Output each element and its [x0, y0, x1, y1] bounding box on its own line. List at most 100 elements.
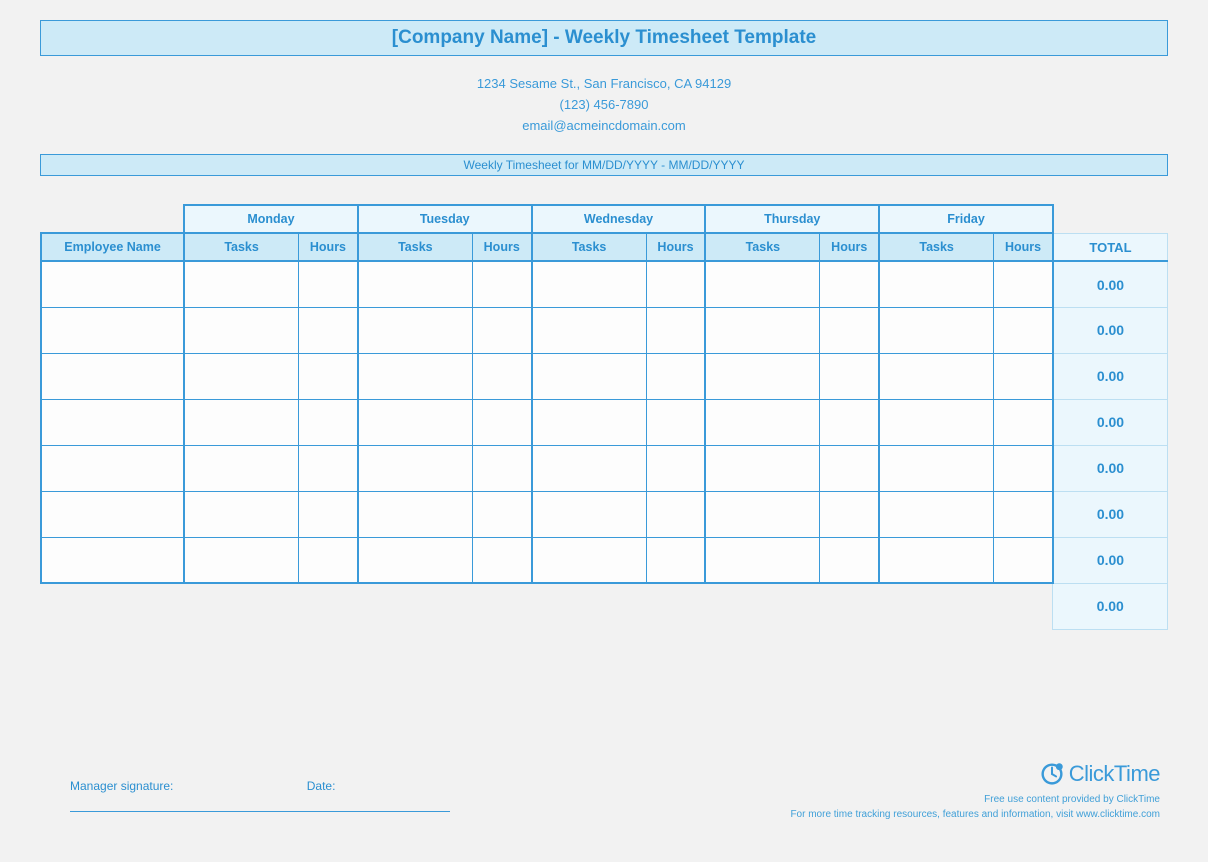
- tasks-cell[interactable]: [184, 445, 298, 491]
- hours-cell[interactable]: [299, 307, 358, 353]
- page-title-bar: [Company Name] - Weekly Timesheet Templa…: [40, 20, 1168, 56]
- tasks-cell[interactable]: [184, 491, 298, 537]
- tasks-cell[interactable]: [879, 537, 993, 583]
- hours-cell[interactable]: [472, 537, 531, 583]
- company-phone: (123) 456-7890: [40, 95, 1168, 116]
- tasks-cell[interactable]: [358, 445, 472, 491]
- tasks-cell[interactable]: [879, 353, 993, 399]
- tasks-cell[interactable]: [532, 353, 646, 399]
- date-range-bar: Weekly Timesheet for MM/DD/YYYY - MM/DD/…: [40, 154, 1168, 176]
- hours-cell[interactable]: [820, 307, 879, 353]
- timesheet-table: Monday Tuesday Wednesday Thursday Friday…: [40, 204, 1168, 630]
- tasks-cell[interactable]: [358, 399, 472, 445]
- hours-cell[interactable]: [646, 491, 705, 537]
- tasks-cell[interactable]: [358, 307, 472, 353]
- hours-cell[interactable]: [472, 445, 531, 491]
- employee-cell[interactable]: [41, 491, 184, 537]
- col-hours-thu: Hours: [820, 233, 879, 261]
- tasks-cell[interactable]: [705, 353, 819, 399]
- tasks-cell[interactable]: [358, 491, 472, 537]
- hours-cell[interactable]: [299, 537, 358, 583]
- hours-cell[interactable]: [994, 445, 1053, 491]
- col-hours-tue: Hours: [472, 233, 531, 261]
- hours-cell[interactable]: [472, 261, 531, 307]
- hours-cell[interactable]: [472, 491, 531, 537]
- col-tasks-thu: Tasks: [705, 233, 819, 261]
- tasks-cell[interactable]: [879, 307, 993, 353]
- tasks-cell[interactable]: [705, 307, 819, 353]
- hours-cell[interactable]: [994, 537, 1053, 583]
- tasks-cell[interactable]: [184, 399, 298, 445]
- hours-cell[interactable]: [820, 445, 879, 491]
- tasks-cell[interactable]: [532, 445, 646, 491]
- tasks-cell[interactable]: [705, 491, 819, 537]
- hours-cell[interactable]: [472, 307, 531, 353]
- tasks-cell[interactable]: [705, 445, 819, 491]
- tasks-cell[interactable]: [879, 445, 993, 491]
- hours-cell[interactable]: [820, 353, 879, 399]
- hours-cell[interactable]: [646, 353, 705, 399]
- row-total: 0.00: [1053, 307, 1168, 353]
- tasks-cell[interactable]: [532, 537, 646, 583]
- hours-cell[interactable]: [994, 399, 1053, 445]
- date-range: Weekly Timesheet for MM/DD/YYYY - MM/DD/…: [464, 158, 745, 172]
- tasks-cell[interactable]: [705, 399, 819, 445]
- hours-cell[interactable]: [299, 445, 358, 491]
- hours-cell[interactable]: [299, 261, 358, 307]
- hours-cell[interactable]: [820, 491, 879, 537]
- col-tasks-tue: Tasks: [358, 233, 472, 261]
- day-header-friday: Friday: [879, 205, 1053, 233]
- hours-cell[interactable]: [299, 353, 358, 399]
- hours-cell[interactable]: [646, 307, 705, 353]
- tasks-cell[interactable]: [879, 399, 993, 445]
- hours-cell[interactable]: [820, 261, 879, 307]
- hours-cell[interactable]: [299, 491, 358, 537]
- hours-cell[interactable]: [994, 353, 1053, 399]
- table-row: 0.00: [41, 537, 1168, 583]
- tasks-cell[interactable]: [879, 261, 993, 307]
- employee-cell[interactable]: [41, 537, 184, 583]
- employee-cell[interactable]: [41, 399, 184, 445]
- grand-total: 0.00: [1053, 583, 1168, 629]
- company-contact: 1234 Sesame St., San Francisco, CA 94129…: [40, 74, 1168, 136]
- hours-cell[interactable]: [820, 537, 879, 583]
- signature-label: Manager signature:: [70, 779, 173, 793]
- tasks-cell[interactable]: [705, 537, 819, 583]
- hours-cell[interactable]: [646, 537, 705, 583]
- tasks-cell[interactable]: [879, 491, 993, 537]
- hours-cell[interactable]: [472, 353, 531, 399]
- tasks-cell[interactable]: [705, 261, 819, 307]
- hours-cell[interactable]: [820, 399, 879, 445]
- hours-cell[interactable]: [994, 307, 1053, 353]
- tasks-cell[interactable]: [184, 353, 298, 399]
- hours-cell[interactable]: [646, 399, 705, 445]
- signature-date-label: Date:: [307, 779, 336, 793]
- brand-line1: Free use content provided by ClickTime: [790, 792, 1160, 807]
- employee-cell[interactable]: [41, 353, 184, 399]
- tasks-cell[interactable]: [184, 261, 298, 307]
- hours-cell[interactable]: [299, 399, 358, 445]
- tasks-cell[interactable]: [532, 491, 646, 537]
- hours-cell[interactable]: [472, 399, 531, 445]
- employee-cell[interactable]: [41, 445, 184, 491]
- tasks-cell[interactable]: [532, 399, 646, 445]
- hours-cell[interactable]: [646, 445, 705, 491]
- col-hours-mon: Hours: [299, 233, 358, 261]
- tasks-cell[interactable]: [184, 537, 298, 583]
- grand-total-spacer: [41, 583, 1053, 629]
- tasks-cell[interactable]: [358, 353, 472, 399]
- hours-cell[interactable]: [994, 261, 1053, 307]
- tasks-cell[interactable]: [532, 261, 646, 307]
- tasks-cell[interactable]: [532, 307, 646, 353]
- employee-cell[interactable]: [41, 261, 184, 307]
- tasks-cell[interactable]: [184, 307, 298, 353]
- brand-logo: ClickTime: [790, 757, 1160, 790]
- tasks-cell[interactable]: [358, 261, 472, 307]
- hours-cell[interactable]: [646, 261, 705, 307]
- company-address: 1234 Sesame St., San Francisco, CA 94129: [40, 74, 1168, 95]
- employee-cell[interactable]: [41, 307, 184, 353]
- row-total: 0.00: [1053, 445, 1168, 491]
- page-title: [Company Name] - Weekly Timesheet Templa…: [392, 27, 816, 48]
- hours-cell[interactable]: [994, 491, 1053, 537]
- tasks-cell[interactable]: [358, 537, 472, 583]
